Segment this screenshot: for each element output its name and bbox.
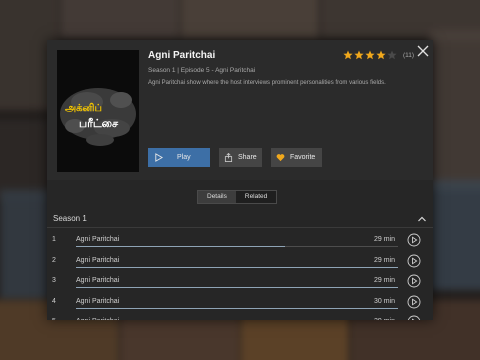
star-icon [343, 50, 353, 60]
detail-tabs: Details Related [197, 190, 278, 204]
episode-title: Agni Paritchai [76, 256, 120, 264]
episode-duration: 29 min [374, 256, 396, 264]
episode-meta: Season 1 | Episode 5 - Agni Paritchai [148, 67, 256, 74]
star-icon [365, 50, 375, 60]
episode-row[interactable]: 5 Agni Paritchai 29 min [47, 312, 433, 320]
star-icon [376, 50, 386, 60]
episode-duration: 29 min [374, 277, 396, 284]
episode-row[interactable]: 4 Agni Paritchai 30 min [47, 292, 433, 312]
episode-progress-track [76, 246, 398, 247]
episode-progress-fill [76, 246, 286, 247]
share-button-label: Share [238, 154, 257, 161]
episode-row[interactable]: 2 Agni Paritchai 29 min [47, 251, 433, 271]
episode-number: 2 [52, 256, 56, 264]
star-rating: (11) [343, 49, 414, 61]
show-poster: அக்னிப் பரீட்சை [57, 50, 139, 172]
play-button-label: Play [177, 154, 191, 161]
episode-progress-fill [76, 266, 398, 268]
episode-title: Agni Paritchai [76, 318, 119, 320]
close-icon[interactable] [415, 43, 431, 59]
play-circle-icon[interactable] [407, 315, 421, 320]
season-label: Season 1 [53, 214, 87, 223]
episode-duration: 29 min [374, 318, 395, 320]
episode-number: 1 [52, 236, 56, 243]
poster-title-line2: பரீட்சை [79, 117, 119, 130]
rating-count: (11) [403, 51, 415, 59]
episode-row[interactable]: 1 Agni Paritchai 29 min [47, 230, 433, 250]
season-header[interactable]: Season 1 [47, 210, 433, 228]
episode-title: Agni Paritchai [76, 277, 120, 284]
play-circle-icon[interactable] [407, 233, 421, 247]
poster-title-line1: அக்னிப் [65, 103, 102, 114]
episode-number: 3 [52, 277, 56, 284]
favorite-button[interactable]: Favorite [271, 148, 322, 167]
episode-progress-track [76, 287, 398, 288]
chevron-up-icon[interactable] [416, 213, 428, 225]
show-description: Agni Paritchai show where the host inter… [148, 80, 386, 86]
star-empty-icon [387, 50, 397, 60]
heart-icon [276, 154, 285, 162]
episode-number: 4 [52, 297, 56, 305]
play-circle-icon[interactable] [407, 274, 421, 288]
share-button[interactable]: Share [219, 148, 262, 167]
star-icon [354, 50, 364, 60]
show-detail-modal: அக்னிப் பரீட்சை Agni Paritchai Season 1 … [47, 40, 433, 320]
play-button[interactable]: Play [148, 148, 210, 167]
episode-progress-track [76, 307, 398, 309]
episode-duration: 29 min [374, 236, 396, 243]
episode-number: 5 [52, 318, 56, 320]
play-icon [155, 153, 163, 162]
tab-details[interactable]: Details [198, 191, 236, 203]
episode-progress-track [76, 266, 398, 268]
episode-title: Agni Paritchai [76, 297, 120, 305]
tab-related[interactable]: Related [236, 191, 276, 203]
play-circle-icon[interactable] [407, 254, 421, 268]
episode-duration: 30 min [374, 297, 396, 305]
share-icon [224, 153, 233, 162]
episode-progress-fill [76, 287, 398, 288]
episode-progress-fill [76, 307, 398, 309]
play-circle-icon[interactable] [407, 295, 421, 309]
episode-title: Agni Paritchai [76, 236, 120, 243]
favorite-button-label: Favorite [290, 154, 316, 161]
show-title: Agni Paritchai [148, 50, 216, 61]
episode-row[interactable]: 3 Agni Paritchai 29 min [47, 271, 433, 291]
